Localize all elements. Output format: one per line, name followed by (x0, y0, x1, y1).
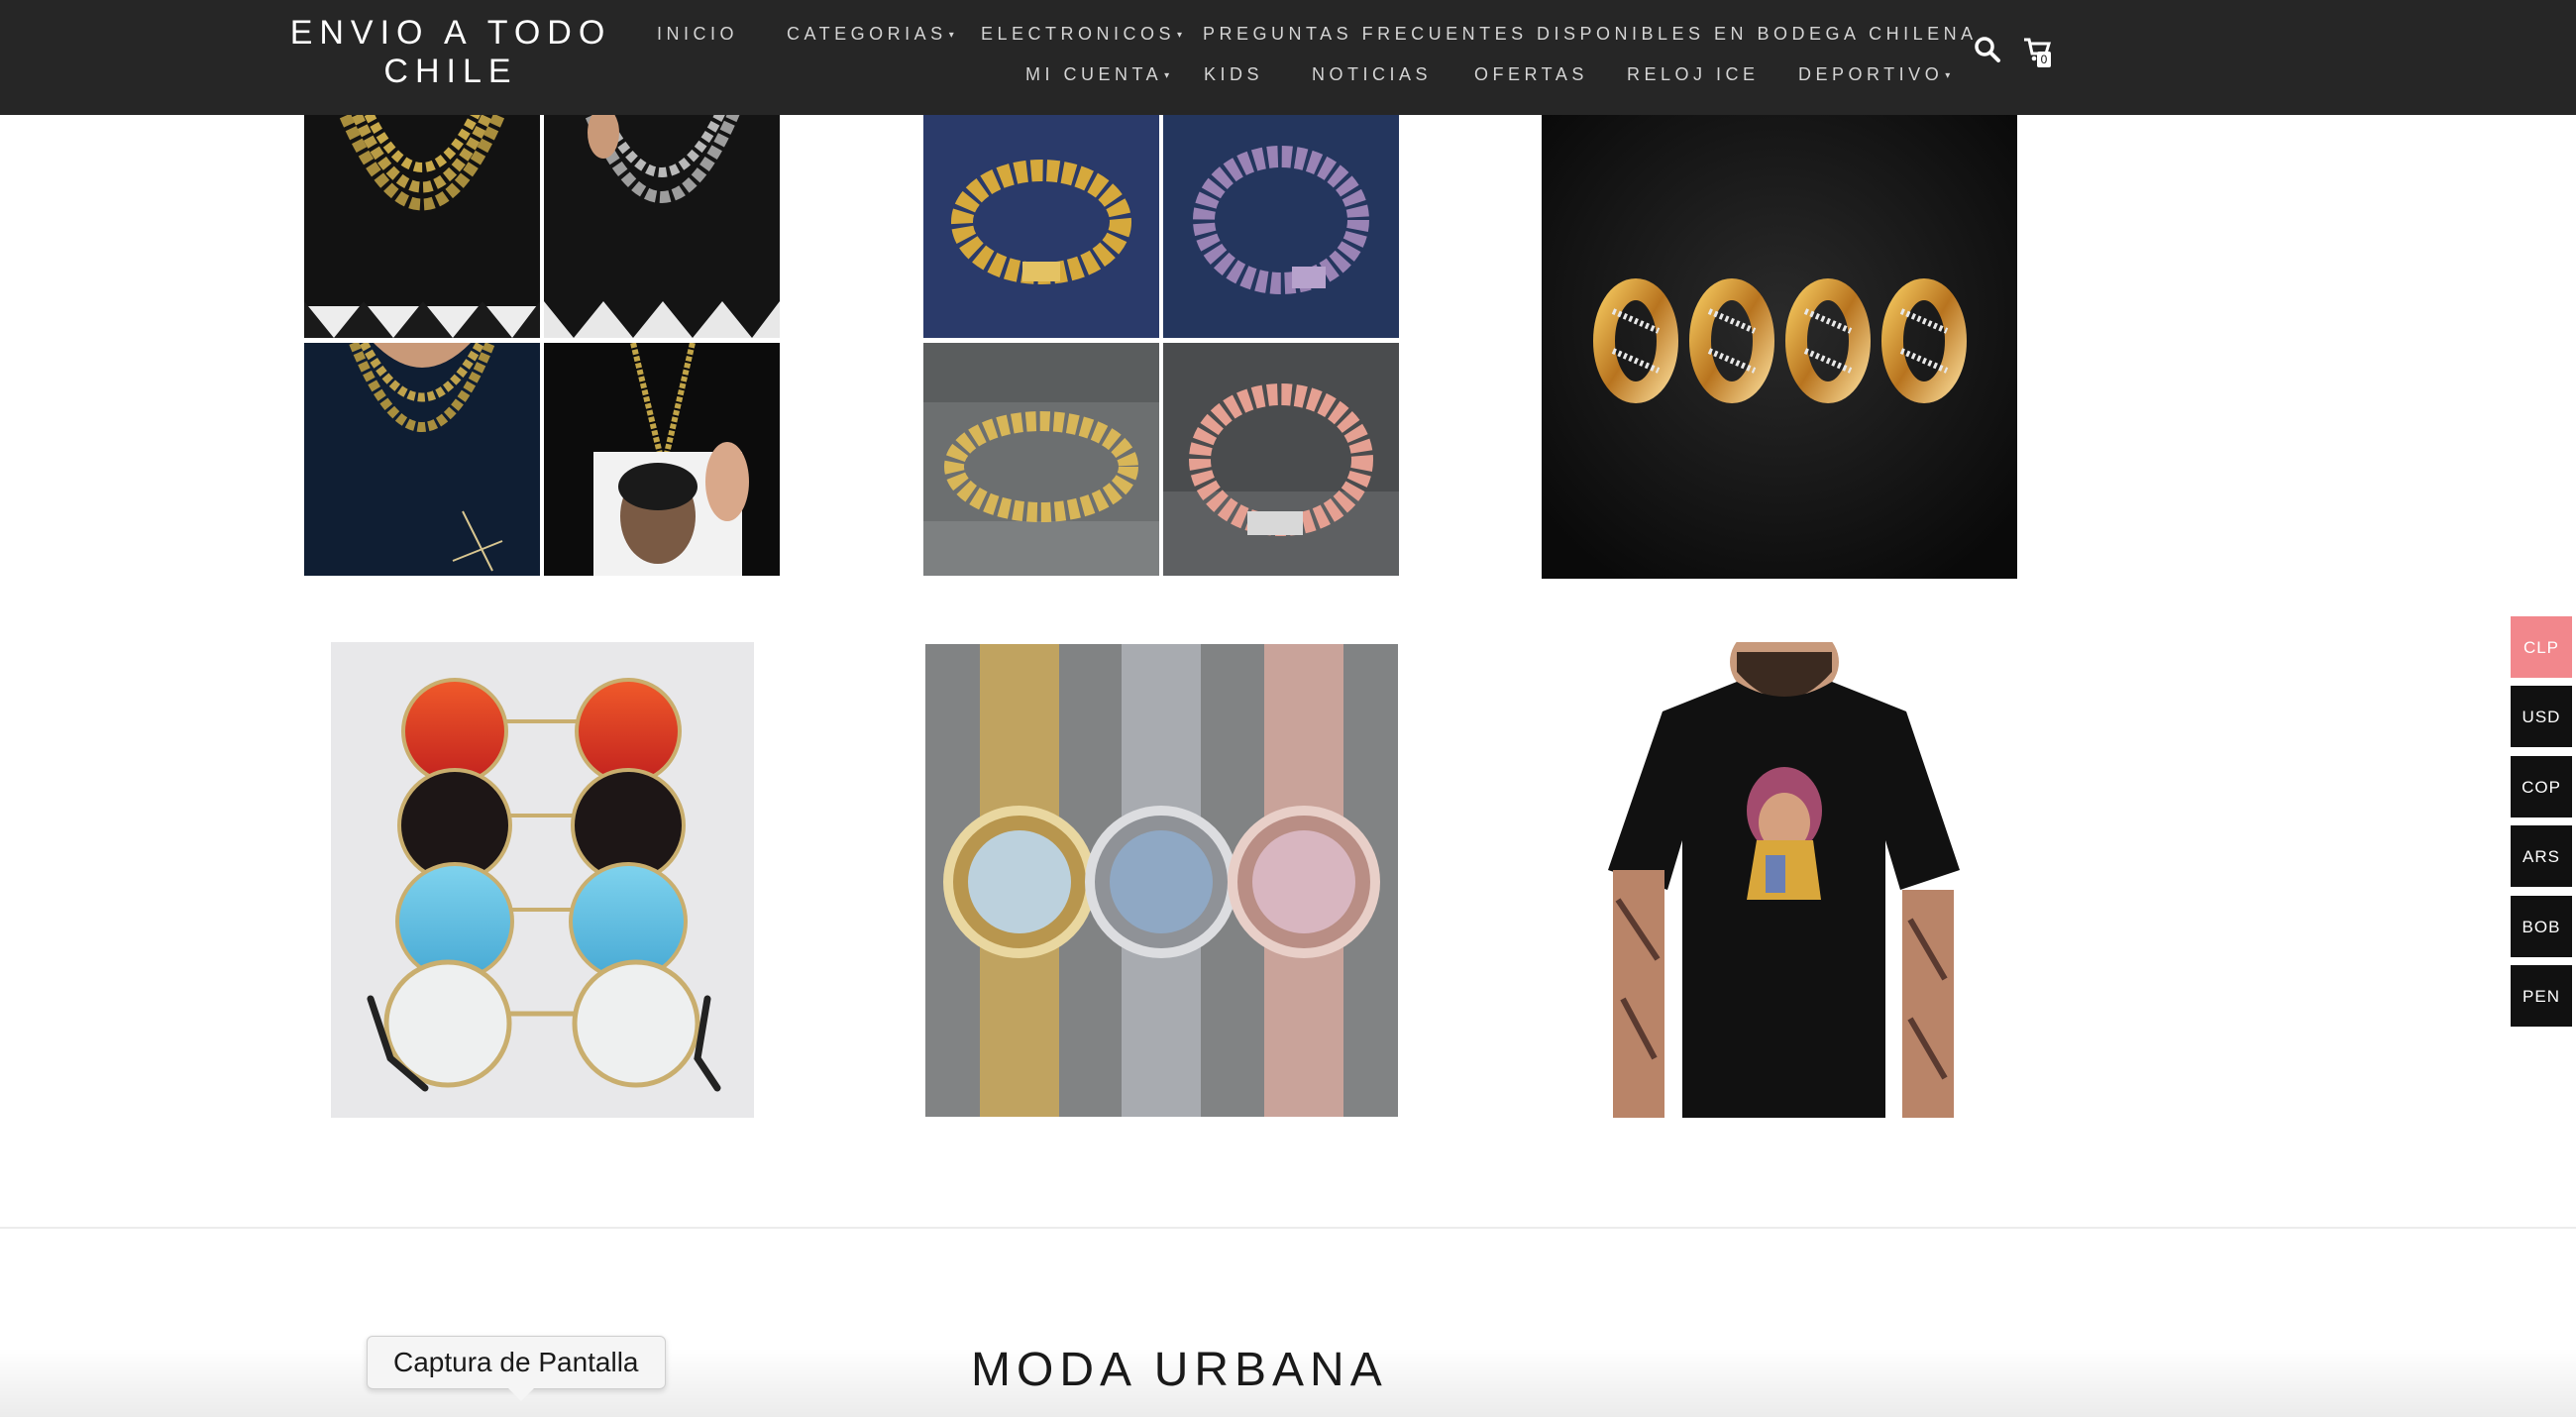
section-title: MODA URBANA (971, 1344, 1388, 1396)
necklace-photo (304, 343, 540, 576)
bracelet-photo (1163, 103, 1399, 338)
nav-item-preguntas-frecuentes[interactable]: PREGUNTAS FRECUENTES (1203, 24, 1528, 45)
product-image-tshirt[interactable] (1544, 642, 2015, 1118)
nav-item-mi-cuenta[interactable]: MI CUENTA ▾ (1025, 64, 1169, 85)
product-image-rings[interactable] (1542, 103, 2017, 579)
nav-item-disponibles-bodega[interactable]: DISPONIBLES EN BODEGA CHILENA (1537, 24, 1978, 45)
tooltip-arrow (507, 1387, 535, 1401)
bracelet-photo (1163, 343, 1399, 576)
main-nav-row-1: INICIO CATEGORIAS ▾ ELECTRONICOS ▾ PREGUNT… (0, 24, 1982, 48)
product-image-necklaces[interactable] (304, 103, 781, 576)
currency-cop-button[interactable]: COP (2511, 756, 2572, 818)
cart-count-badge: 0 (2037, 52, 2051, 67)
bracelet-photo (923, 103, 1159, 338)
search-icon[interactable] (1972, 34, 2003, 65)
chevron-down-icon: ▾ (1177, 30, 1183, 41)
nav-item-noticias[interactable]: NOTICIAS (1312, 64, 1432, 85)
necklace-photo (544, 103, 780, 338)
currency-pen-button[interactable]: PEN (2511, 965, 2572, 1027)
necklace-photo (544, 343, 780, 576)
nav-item-inicio[interactable]: INICIO (657, 24, 738, 45)
nav-item-deportivo[interactable]: DEPORTIVO ▾ (1798, 64, 1950, 85)
chevron-down-icon: ▾ (1945, 70, 1951, 81)
nav-item-categorias[interactable]: CATEGORIAS ▾ (787, 24, 954, 45)
currency-bob-button[interactable]: BOB (2511, 896, 2572, 957)
currency-usd-button[interactable]: USD (2511, 686, 2572, 747)
nav-item-electronicos[interactable]: ELECTRONICOS ▾ (981, 24, 1182, 45)
currency-clp-button[interactable]: CLP (2511, 616, 2572, 678)
nav-item-kids[interactable]: KIDS (1204, 64, 1263, 85)
chevron-down-icon: ▾ (1164, 70, 1170, 81)
site-header: ENVIO A TODO CHILE INICIO CATEGORIAS ▾ EL… (0, 0, 2576, 115)
product-image-bracelets[interactable] (923, 103, 1400, 576)
chevron-down-icon: ▾ (948, 30, 954, 41)
product-image-sunglasses[interactable] (331, 642, 754, 1118)
section-divider (0, 1227, 2576, 1229)
bracelet-photo (923, 343, 1159, 576)
tooltip: Captura de Pantalla (367, 1336, 666, 1389)
nav-item-reloj-ice[interactable]: RELOJ ICE (1627, 64, 1760, 85)
main-nav-row-2: MI CUENTA ▾ KIDS NOTICIAS OFERTAS RELOJ I… (0, 64, 1982, 88)
nav-item-ofertas[interactable]: OFERTAS (1474, 64, 1588, 85)
necklace-photo (304, 103, 540, 338)
product-image-watches[interactable] (925, 644, 1398, 1117)
currency-ars-button[interactable]: ARS (2511, 825, 2572, 887)
